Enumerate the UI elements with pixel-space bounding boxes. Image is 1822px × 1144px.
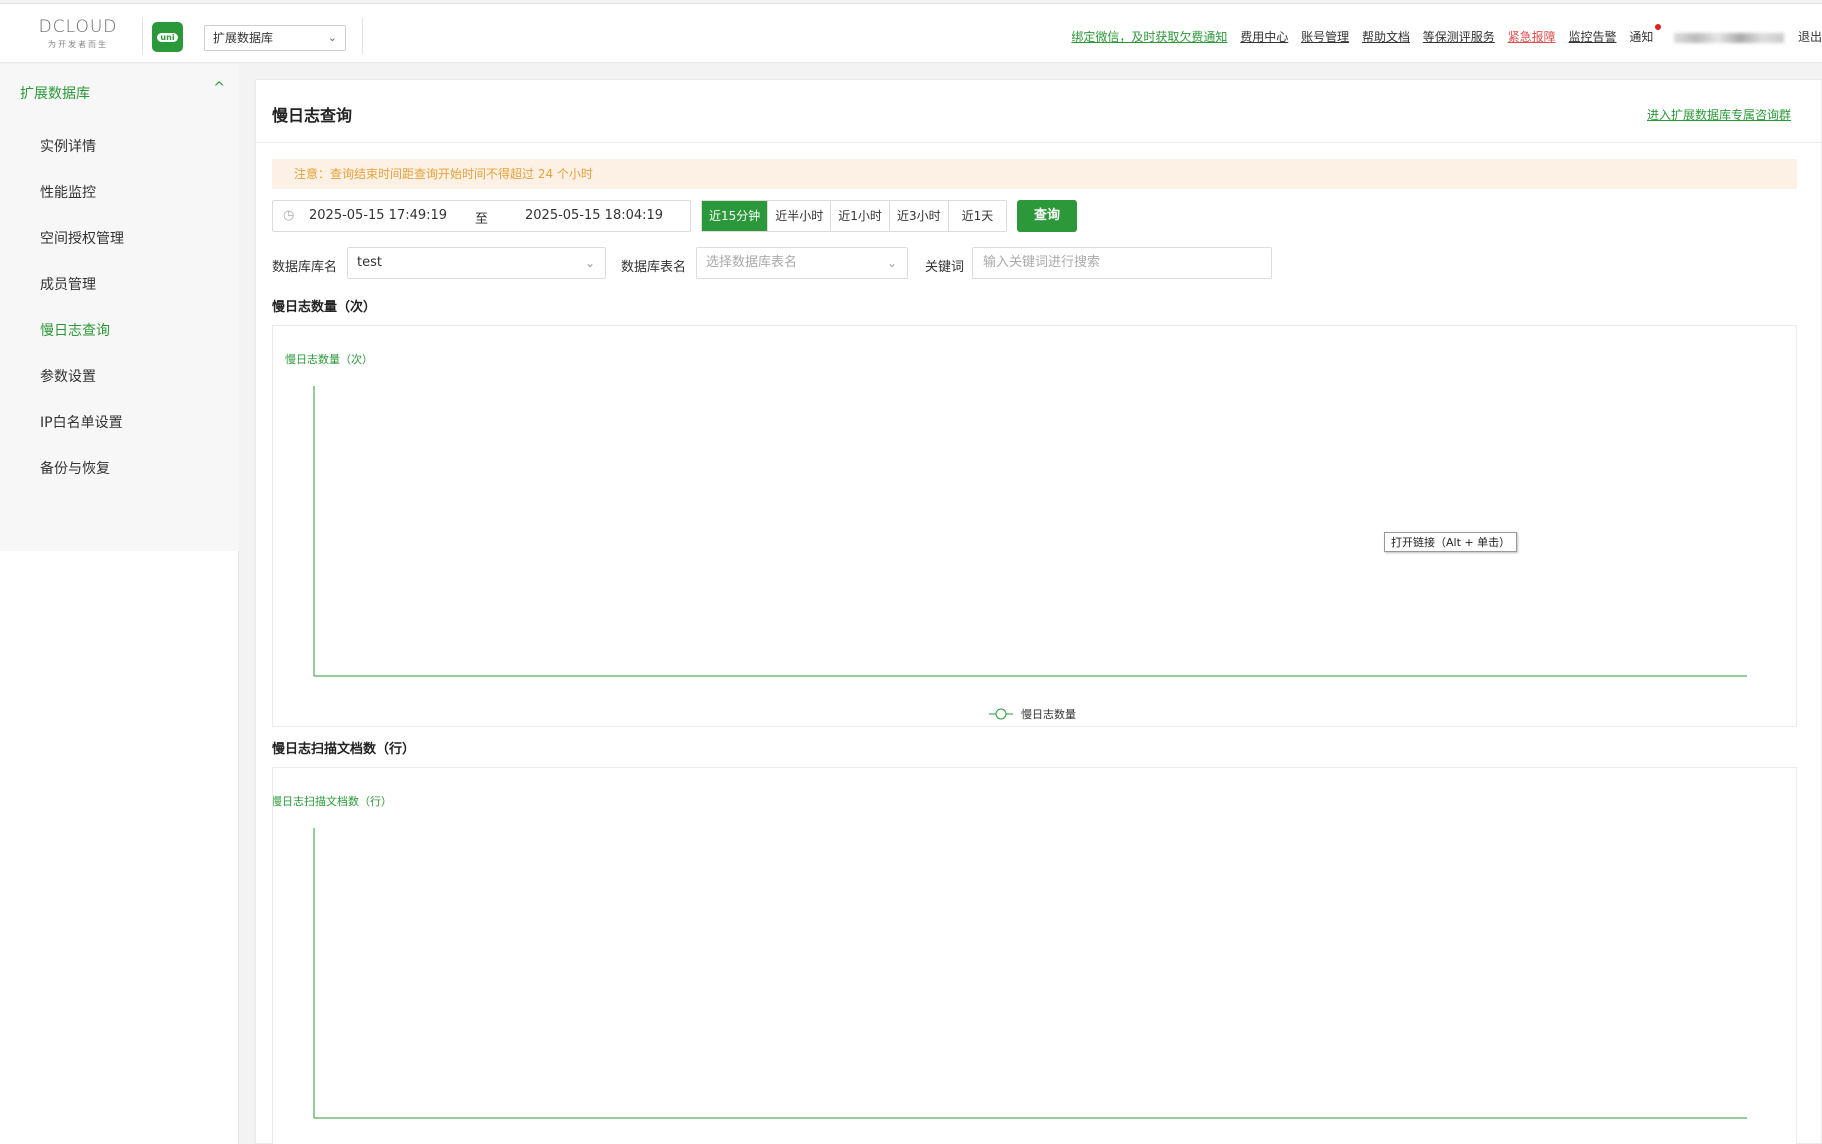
query-button[interactable]: 查询 bbox=[1017, 200, 1077, 232]
legend-label: 慢日志数量 bbox=[1021, 708, 1076, 721]
page-title: 慢日志查询 bbox=[272, 106, 353, 125]
notification-link[interactable]: 通知 bbox=[1629, 24, 1662, 44]
top-header: DCLOUD 为开发者而生 uni 扩展数据库 ⌄ 绑定微信，及时获取欠费通知 … bbox=[0, 3, 1822, 63]
range-30min-button[interactable]: 近半小时 bbox=[768, 201, 832, 231]
section-title-slow-log-count: 慢日志数量（次） bbox=[272, 300, 377, 315]
emergency-report-link[interactable]: 紧急报障 bbox=[1508, 30, 1556, 44]
notice-banner: 注意：查询结束时间距查询开始时间不得超过 24 个小时 bbox=[272, 159, 1797, 189]
range-15min-button[interactable]: 近15分钟 bbox=[702, 201, 769, 231]
bind-wechat-link[interactable]: 绑定微信，及时获取欠费通知 bbox=[1071, 30, 1227, 44]
product-select[interactable]: 扩展数据库 ⌄ bbox=[204, 25, 346, 51]
chart-svg-2: 慢日志扫描文档数（行） bbox=[273, 794, 1747, 1119]
chart-slow-log-count: 慢日志数量（次） 慢日志数量 bbox=[272, 325, 1797, 727]
clock-icon: ◷ bbox=[283, 208, 295, 223]
chevron-down-icon: ⌄ bbox=[327, 31, 337, 44]
uni-logo-text: uni bbox=[157, 32, 178, 42]
db-name-value: test bbox=[357, 255, 382, 270]
legend-marker bbox=[995, 708, 1007, 720]
sidebar-item-performance-monitor[interactable]: 性能监控 bbox=[40, 182, 96, 202]
account-management-link[interactable]: 账号管理 bbox=[1301, 30, 1349, 44]
chart-legend[interactable]: 慢日志数量 bbox=[989, 708, 1076, 721]
monitor-alert-link[interactable]: 监控告警 bbox=[1568, 30, 1616, 44]
keyword-placeholder: 输入关键词进行搜索 bbox=[983, 255, 1101, 270]
security-assessment-link[interactable]: 等保测评服务 bbox=[1423, 30, 1495, 44]
db-name-select[interactable]: test ⌄ bbox=[347, 247, 606, 279]
section-title-scanned-docs: 慢日志扫描文档数（行） bbox=[272, 742, 416, 757]
sidebar-item-space-auth[interactable]: 空间授权管理 bbox=[40, 228, 124, 248]
chevron-down-icon: ⌄ bbox=[584, 256, 595, 270]
table-name-label: 数据库表名 bbox=[621, 260, 687, 275]
chart-title: 慢日志数量（次） bbox=[285, 352, 373, 366]
chevron-up-icon: ^ bbox=[213, 80, 225, 96]
product-select-value: 扩展数据库 bbox=[213, 31, 274, 45]
sidebar-item-ip-whitelist[interactable]: IP白名单设置 bbox=[40, 412, 123, 432]
keyword-input[interactable]: 输入关键词进行搜索 bbox=[972, 247, 1272, 279]
sidebar-item-backup[interactable]: 备份与恢复 bbox=[40, 458, 110, 478]
sidebar: 扩展数据库 ^ 实例详情 性能监控 空间授权管理 成员管理 慢日志查询 参数设置… bbox=[0, 64, 239, 1144]
notification-dot-icon bbox=[1655, 24, 1662, 30]
table-name-placeholder: 选择数据库表名 bbox=[706, 255, 798, 270]
help-docs-link[interactable]: 帮助文档 bbox=[1362, 30, 1410, 44]
consult-group-link[interactable]: 进入扩展数据库专属咨询群 bbox=[1647, 106, 1791, 123]
range-1d-button[interactable]: 近1天 bbox=[948, 201, 1007, 231]
date-separator: 至 bbox=[475, 212, 489, 227]
header-divider bbox=[362, 18, 363, 54]
top-links: 绑定微信，及时获取欠费通知 费用中心 账号管理 帮助文档 等保测评服务 紧急报障… bbox=[1071, 24, 1822, 45]
chevron-down-icon: ⌄ bbox=[886, 256, 897, 270]
table-name-select[interactable]: 选择数据库表名 ⌄ bbox=[696, 247, 908, 279]
date-start[interactable]: 2025-05-15 17:49:19 bbox=[309, 208, 447, 223]
sidebar-item-params[interactable]: 参数设置 bbox=[40, 366, 96, 386]
sidebar-submenu-bg bbox=[0, 119, 239, 551]
dcloud-logo[interactable]: DCLOUD 为开发者而生 bbox=[30, 17, 126, 55]
date-end[interactable]: 2025-05-15 18:04:19 bbox=[525, 208, 663, 223]
open-link-tooltip: 打开链接（Alt + 单击） bbox=[1384, 532, 1518, 552]
sidebar-item-instance-detail[interactable]: 实例详情 bbox=[40, 136, 96, 156]
user-account-blurred[interactable] bbox=[1674, 32, 1785, 43]
panel-divider bbox=[256, 142, 1821, 143]
keyword-label: 关键词 bbox=[925, 260, 965, 275]
db-name-label: 数据库库名 bbox=[272, 260, 338, 275]
main-panel: 慢日志查询 进入扩展数据库专属咨询群 注意：查询结束时间距查询开始时间不得超过 … bbox=[255, 79, 1822, 1144]
range-1h-button[interactable]: 近1小时 bbox=[831, 201, 890, 231]
header-divider bbox=[142, 18, 143, 54]
time-range-group: 近15分钟 近半小时 近1小时 近3小时 近1天 bbox=[701, 200, 1008, 232]
chart-svg-1: 慢日志数量（次） 慢日志数量 bbox=[285, 352, 1747, 721]
sidebar-item-members[interactable]: 成员管理 bbox=[40, 274, 96, 294]
sidebar-group-label: 扩展数据库 bbox=[20, 86, 90, 102]
logo-word: DCLOUD bbox=[38, 17, 118, 37]
sidebar-item-slow-log[interactable]: 慢日志查询 bbox=[40, 320, 110, 340]
notification-label: 通知 bbox=[1629, 30, 1654, 44]
chart-scanned-docs: 慢日志扫描文档数（行） bbox=[272, 767, 1797, 1144]
billing-center-link[interactable]: 费用中心 bbox=[1240, 30, 1288, 44]
sidebar-group-extended-db[interactable]: 扩展数据库 ^ bbox=[0, 64, 239, 119]
chart-title: 慢日志扫描文档数（行） bbox=[273, 794, 392, 808]
logo-subtitle: 为开发者而生 bbox=[48, 40, 108, 49]
range-3h-button[interactable]: 近3小时 bbox=[889, 201, 949, 231]
logout-link[interactable]: 退出 bbox=[1798, 30, 1822, 44]
uni-logo-icon[interactable]: uni bbox=[152, 22, 183, 52]
date-range-picker[interactable]: ◷ 2025-05-15 17:49:19 至 2025-05-15 18:04… bbox=[272, 200, 691, 232]
